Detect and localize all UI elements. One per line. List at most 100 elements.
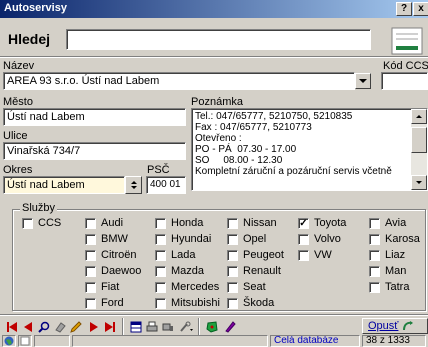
exit-button[interactable]: Opusť (362, 318, 428, 334)
map-icon[interactable] (204, 319, 220, 335)
next-record-icon[interactable] (86, 319, 102, 335)
checkbox-box[interactable] (227, 217, 238, 229)
checkbox-box[interactable] (85, 233, 96, 245)
checkbox-box[interactable] (85, 249, 96, 261)
mesto-field[interactable]: Ústí nad Labem (3, 108, 186, 126)
checkbox-box[interactable] (369, 281, 380, 293)
checkbox-brand[interactable]: Karosa (369, 232, 420, 246)
previous-record-icon[interactable] (20, 319, 36, 335)
checkbox-brand[interactable]: Man (369, 264, 406, 278)
checkbox-box[interactable] (298, 233, 309, 245)
table-view-icon[interactable] (128, 319, 144, 335)
checkbox-box[interactable] (155, 297, 166, 309)
checkbox-brand[interactable]: Liaz (369, 248, 405, 262)
checkbox-label: VW (314, 249, 332, 261)
help-button[interactable]: ? (396, 2, 412, 16)
edit-pencil-icon[interactable] (68, 319, 84, 335)
checkbox-brand[interactable]: Seat (227, 280, 266, 294)
search-icon[interactable] (36, 319, 52, 335)
checkbox-brand[interactable]: VW (298, 248, 332, 262)
checkbox-box[interactable] (227, 249, 238, 261)
checkbox-brand[interactable]: Avia (369, 216, 406, 230)
checkbox-box[interactable] (85, 297, 96, 309)
checkbox-brand[interactable]: Honda (155, 216, 203, 230)
checkbox-label: Mazda (171, 265, 205, 277)
checkbox-label: Ford (101, 297, 124, 309)
checkbox-box[interactable] (155, 281, 166, 293)
checkbox-brand[interactable]: Nissan (227, 216, 277, 230)
checkbox-brand[interactable]: Mercedes (155, 280, 219, 294)
checkbox-box[interactable] (369, 265, 380, 277)
okres-spinner[interactable] (125, 176, 142, 194)
checkbox-box[interactable] (369, 249, 380, 261)
checkbox-brand[interactable]: Audi (85, 216, 123, 230)
eraser-icon[interactable] (52, 319, 68, 335)
checkbox-box[interactable] (227, 233, 238, 245)
checkbox-box[interactable]: ✓ (298, 217, 309, 229)
poznamka-text: Tel.: 047/65777, 5210750, 5210835 Fax : 0… (192, 109, 411, 179)
last-record-icon[interactable] (102, 319, 118, 335)
close-button[interactable]: x (413, 2, 428, 16)
checkbox-box[interactable] (85, 265, 96, 277)
checkbox-box[interactable] (155, 265, 166, 277)
checkbox-box[interactable] (227, 297, 238, 309)
nazev-field[interactable]: AREA 93 s.r.o. Ústí nad Labem (3, 72, 355, 90)
checkbox-box[interactable] (155, 249, 166, 261)
scroll-up-button[interactable] (411, 109, 427, 124)
document-status-icon (18, 335, 32, 347)
checkbox-ccs[interactable]: CCS (22, 216, 61, 230)
poznamka-scrollbar[interactable] (411, 109, 427, 190)
scroll-thumb[interactable] (411, 127, 427, 153)
checkbox-brand[interactable]: ✓ Toyota (298, 216, 346, 230)
ulice-label: Ulice (3, 130, 28, 142)
scroll-down-button[interactable] (411, 175, 427, 190)
poznamka-textarea[interactable]: Tel.: 047/65777, 5210750, 5210835 Fax : 0… (191, 108, 428, 191)
okres-field[interactable]: Ústí nad Labem (3, 176, 125, 194)
checkbox-box[interactable] (227, 281, 238, 293)
checkbox-box[interactable] (369, 233, 380, 245)
first-record-icon[interactable] (4, 319, 20, 335)
checkbox-box[interactable] (85, 217, 96, 229)
nazev-dropdown-button[interactable] (355, 73, 371, 89)
checkbox-brand[interactable]: Daewoo (85, 264, 141, 278)
checkbox-brand[interactable]: BMW (85, 232, 128, 246)
poznamka-label: Poznámka (191, 96, 243, 108)
print-setup-icon[interactable] (160, 319, 176, 335)
checkbox-brand[interactable]: Škoda (227, 296, 274, 310)
checkbox-brand[interactable]: Mazda (155, 264, 204, 278)
print-icon[interactable] (144, 319, 160, 335)
checkbox-label: Volvo (314, 233, 341, 245)
checkbox-box[interactable] (155, 233, 166, 245)
search-input[interactable] (66, 29, 371, 50)
checkbox-box[interactable] (227, 265, 238, 277)
checkbox-box[interactable] (85, 281, 96, 293)
checkbox-brand[interactable]: Renault (227, 264, 281, 278)
toolbar-separator (122, 318, 124, 336)
checkbox-brand[interactable]: Tatra (369, 280, 409, 294)
kod-ccs-field[interactable] (381, 72, 428, 90)
checkbox-box[interactable] (298, 249, 309, 261)
checkbox-brand[interactable]: Volvo (298, 232, 341, 246)
ulice-field[interactable]: Vinařská 734/7 (3, 142, 186, 160)
checkbox-box[interactable] (155, 217, 166, 229)
divider (0, 315, 428, 316)
psc-field[interactable]: 400 01 (146, 176, 186, 194)
checkbox-label: Toyota (314, 217, 347, 229)
checkbox-brand[interactable]: Peugeot (227, 248, 284, 262)
checkbox-label: Hyundai (171, 233, 212, 245)
checkbox-brand[interactable]: Hyundai (155, 232, 211, 246)
chevron-down-icon (416, 181, 422, 184)
document-icon[interactable] (388, 26, 428, 56)
checkbox-brand[interactable]: Ford (85, 296, 124, 310)
tools-icon[interactable] (178, 319, 194, 335)
checkbox-box[interactable] (369, 217, 380, 229)
checkbox-brand[interactable]: Mitsubishi (155, 296, 220, 310)
bookmark-icon[interactable] (222, 319, 238, 335)
checkbox-brand[interactable]: Fiat (85, 280, 119, 294)
checkbox-label: Opel (243, 233, 267, 245)
checkbox-label: Nissan (243, 217, 277, 229)
checkbox-brand[interactable]: Citroën (85, 248, 136, 262)
checkbox-box[interactable] (22, 217, 33, 229)
checkbox-brand[interactable]: Opel (227, 232, 266, 246)
checkbox-brand[interactable]: Lada (155, 248, 195, 262)
